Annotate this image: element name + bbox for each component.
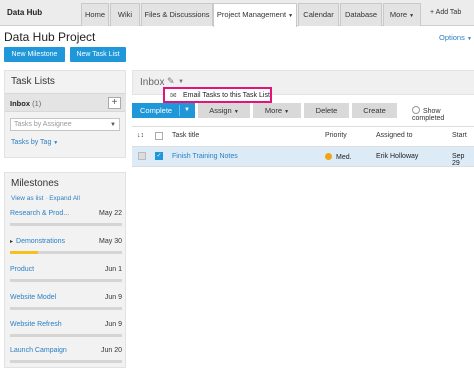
show-completed-toggle[interactable]: Show completed <box>412 106 474 122</box>
chevron-down-icon[interactable]: ▼ <box>184 103 190 118</box>
milestones-heading: Milestones <box>11 178 59 189</box>
column-header-priority[interactable]: Priority <box>325 132 347 139</box>
top-nav-bar: Data Hub Home Wiki Files & Discussions P… <box>0 0 474 27</box>
milestone-name[interactable]: Website Refresh <box>10 321 62 328</box>
milestone-date: Jun 9 <box>104 294 122 301</box>
milestone-date: May 22 <box>99 210 122 217</box>
email-tasks-popup[interactable]: ✉ Email Tasks to this Task List <box>163 87 272 103</box>
chevron-down-icon: ▼ <box>110 122 116 128</box>
select-all-checkbox[interactable] <box>155 132 163 140</box>
milestone-name[interactable]: Launch Campaign <box>10 347 67 354</box>
milestone-item[interactable]: Website Refresh Jun 9 <box>10 321 122 346</box>
milestone-progress-bar <box>10 334 122 337</box>
milestone-progress-bar <box>10 360 122 363</box>
create-button[interactable]: Create <box>352 103 397 118</box>
milestone-date: Jun 20 <box>100 347 122 354</box>
column-header-assigned-to[interactable]: Assigned to <box>376 132 413 139</box>
inbox-label: Inbox <box>10 99 30 108</box>
divider <box>132 126 474 127</box>
milestone-name[interactable]: Research & Prod... <box>10 210 69 217</box>
inbox-count: (1) <box>32 99 42 108</box>
chevron-down-icon: ▼ <box>409 13 415 19</box>
priority-cell: Med. <box>325 153 352 161</box>
page-title: Data Hub Project <box>4 30 96 44</box>
milestone-name[interactable]: Website Model <box>10 294 56 301</box>
new-milestone-button[interactable]: New Milestone <box>4 47 65 62</box>
tab-calendar[interactable]: Calendar <box>298 3 339 26</box>
milestone-date: May 30 <box>99 238 122 245</box>
milestone-item[interactable]: Launch Campaign Jun 20 <box>10 347 122 372</box>
task-title-link[interactable]: Finish Training Notes <box>172 153 238 160</box>
envelope-icon: ✉ <box>170 91 177 100</box>
milestone-item[interactable]: ▸ Demonstrations May 30 <box>10 238 122 263</box>
chevron-down-icon: ▼ <box>233 109 239 115</box>
milestone-date: Jun 1 <box>104 266 122 273</box>
tasks-by-assignee-select[interactable]: Tasks by Assignee ▼ <box>10 118 120 131</box>
complete-button[interactable]: Complete ▼ <box>132 103 195 118</box>
view-as-list-link[interactable]: View as list <box>11 195 43 202</box>
divider <box>132 166 474 167</box>
tab-files-discussions[interactable]: Files & Discussions <box>141 3 213 26</box>
milestone-progress-bar <box>10 251 122 254</box>
show-completed-checkbox[interactable] <box>412 106 420 114</box>
site-logo[interactable]: Data Hub <box>7 8 42 17</box>
pencil-icon[interactable]: ✎ <box>167 76 175 87</box>
milestone-progress-bar <box>10 307 122 310</box>
column-header-task-title[interactable]: Task title <box>172 132 199 139</box>
milestone-item[interactable]: Research & Prod... May 22 <box>10 210 122 235</box>
row-checkbox[interactable]: ✓ <box>155 152 163 160</box>
link-separator: · <box>45 195 48 202</box>
milestone-item[interactable]: Website Model Jun 9 <box>10 294 122 319</box>
milestone-name[interactable]: ▸ Demonstrations <box>10 238 65 245</box>
task-list-title: Inbox <box>140 77 165 88</box>
tab-database[interactable]: Database <box>340 3 382 26</box>
tab-project-management[interactable]: Project Management ▼ <box>213 3 297 27</box>
tab-home[interactable]: Home <box>81 3 109 26</box>
chevron-down-icon[interactable]: ▼ <box>178 79 184 85</box>
milestone-progress-bar <box>10 223 122 226</box>
options-menu[interactable]: Options ▼ <box>439 33 472 42</box>
milestone-progress-bar <box>10 279 122 282</box>
add-tab-link[interactable]: + Add Tab <box>430 9 461 16</box>
new-task-list-button[interactable]: New Task List <box>70 47 126 62</box>
more-button[interactable]: More ▼ <box>253 103 301 118</box>
expand-all-link[interactable]: Expand All <box>49 195 80 202</box>
email-tasks-label: Email Tasks to this Task List <box>183 92 270 99</box>
tab-more[interactable]: More ▼ <box>383 3 421 26</box>
assign-button[interactable]: Assign ▼ <box>198 103 250 118</box>
sort-icon[interactable]: ↓↕ <box>137 132 144 139</box>
priority-dot-icon <box>325 153 332 160</box>
milestones-panel: Milestones View as list · Expand All Res… <box>4 172 126 368</box>
milestone-name[interactable]: Product <box>10 266 34 273</box>
chevron-down-icon: ▼ <box>53 140 59 146</box>
chevron-down-icon: ▼ <box>288 13 294 19</box>
table-row[interactable]: ✓ Finish Training Notes Med. Erik Hollow… <box>132 147 474 167</box>
tab-wiki[interactable]: Wiki <box>110 3 140 26</box>
milestone-date: Jun 9 <box>104 321 122 328</box>
column-header-start[interactable]: Start <box>452 132 467 139</box>
chevron-down-icon: ▼ <box>284 109 290 115</box>
start-date-cell: Sep 29 <box>452 153 465 167</box>
task-lists-panel: Task Lists Inbox (1) + Tasks by Assignee… <box>4 70 126 158</box>
task-lists-heading: Task Lists <box>11 76 55 87</box>
assigned-to-cell: Erik Holloway <box>376 153 419 160</box>
delete-button[interactable]: Delete <box>304 103 349 118</box>
row-drag-handle[interactable] <box>138 152 146 160</box>
chevron-down-icon: ▼ <box>466 36 472 42</box>
milestone-item[interactable]: Product Jun 1 <box>10 266 122 291</box>
task-list-item-inbox[interactable]: Inbox (1) + <box>5 93 125 112</box>
tasks-by-tag-link[interactable]: Tasks by Tag ▼ <box>11 139 58 146</box>
add-task-button[interactable]: + <box>108 97 121 109</box>
expand-arrow-icon[interactable]: ▸ <box>10 239 13 245</box>
